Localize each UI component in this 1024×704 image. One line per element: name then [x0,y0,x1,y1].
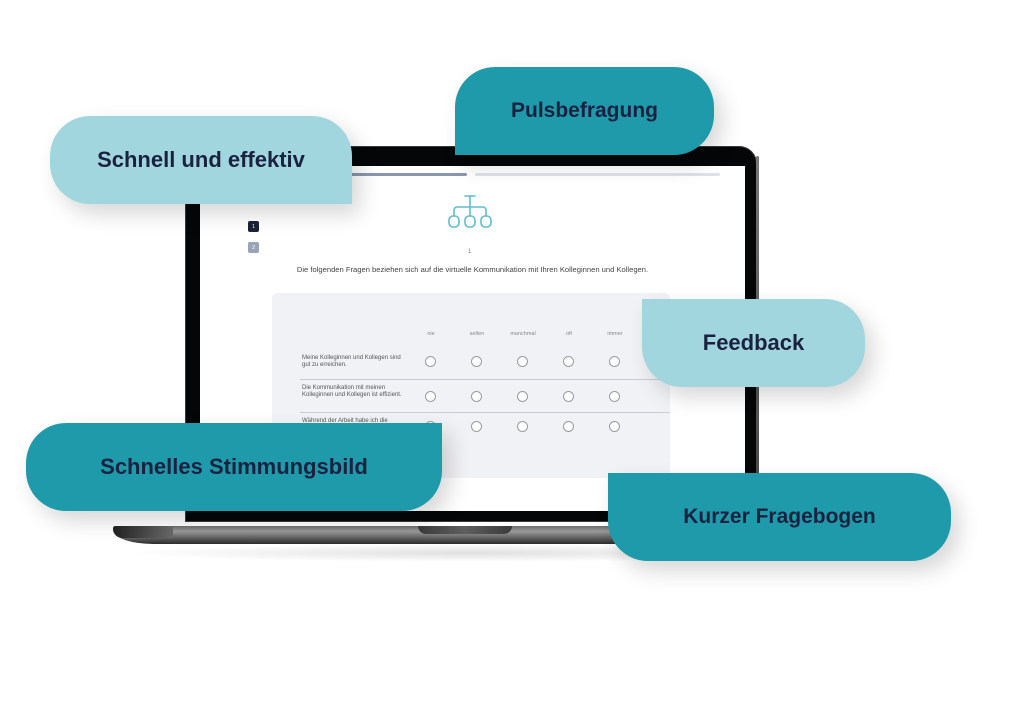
page-number: 1 [468,249,472,255]
radio-immer[interactable] [609,421,620,432]
radio-manchmal[interactable] [517,391,528,402]
scale-header-immer: immer [607,331,623,337]
row-divider [300,379,670,380]
scale-header-oft: oft [565,331,573,337]
radio-selten[interactable] [471,421,482,432]
radio-oft[interactable] [563,356,574,367]
row-divider [300,412,670,413]
question-text: Die Kommunikation mit meinen Kolleginnen… [302,385,402,398]
survey-intro: Die folgenden Fragen beziehen sich auf d… [296,265,649,274]
radio-oft[interactable] [563,391,574,402]
radio-oft[interactable] [563,421,574,432]
feature-bubble-pulsbefragung: Pulsbefragung [455,67,714,155]
radio-immer[interactable] [609,356,620,367]
scale-header-selten: selten [469,331,485,337]
org-chart-icon [448,195,492,228]
scale-header-nie: nie [427,331,435,337]
radio-nie[interactable] [425,356,436,367]
laptop-notch [418,526,512,534]
step-1-button[interactable]: 1 [248,221,259,232]
radio-selten[interactable] [471,356,482,367]
feature-bubble-schnell: Schnell und effektiv [50,116,352,204]
step-2-button[interactable]: 2 [248,242,259,253]
radio-selten[interactable] [471,391,482,402]
feature-bubble-fragebogen: Kurzer Fragebogen [608,473,951,561]
radio-immer[interactable] [609,391,620,402]
feature-bubble-feedback: Feedback [642,299,865,387]
radio-manchmal[interactable] [517,421,528,432]
progress-bar-track [475,173,720,176]
question-text: Meine Kolleginnen und Kollegen sind gut … [302,355,401,368]
radio-nie[interactable] [425,391,436,402]
scale-header-manchmal: manchmal [510,331,536,337]
progress-bar-filled [340,173,467,176]
feature-bubble-stimmungsbild: Schnelles Stimmungsbild [26,423,442,511]
radio-manchmal[interactable] [517,356,528,367]
